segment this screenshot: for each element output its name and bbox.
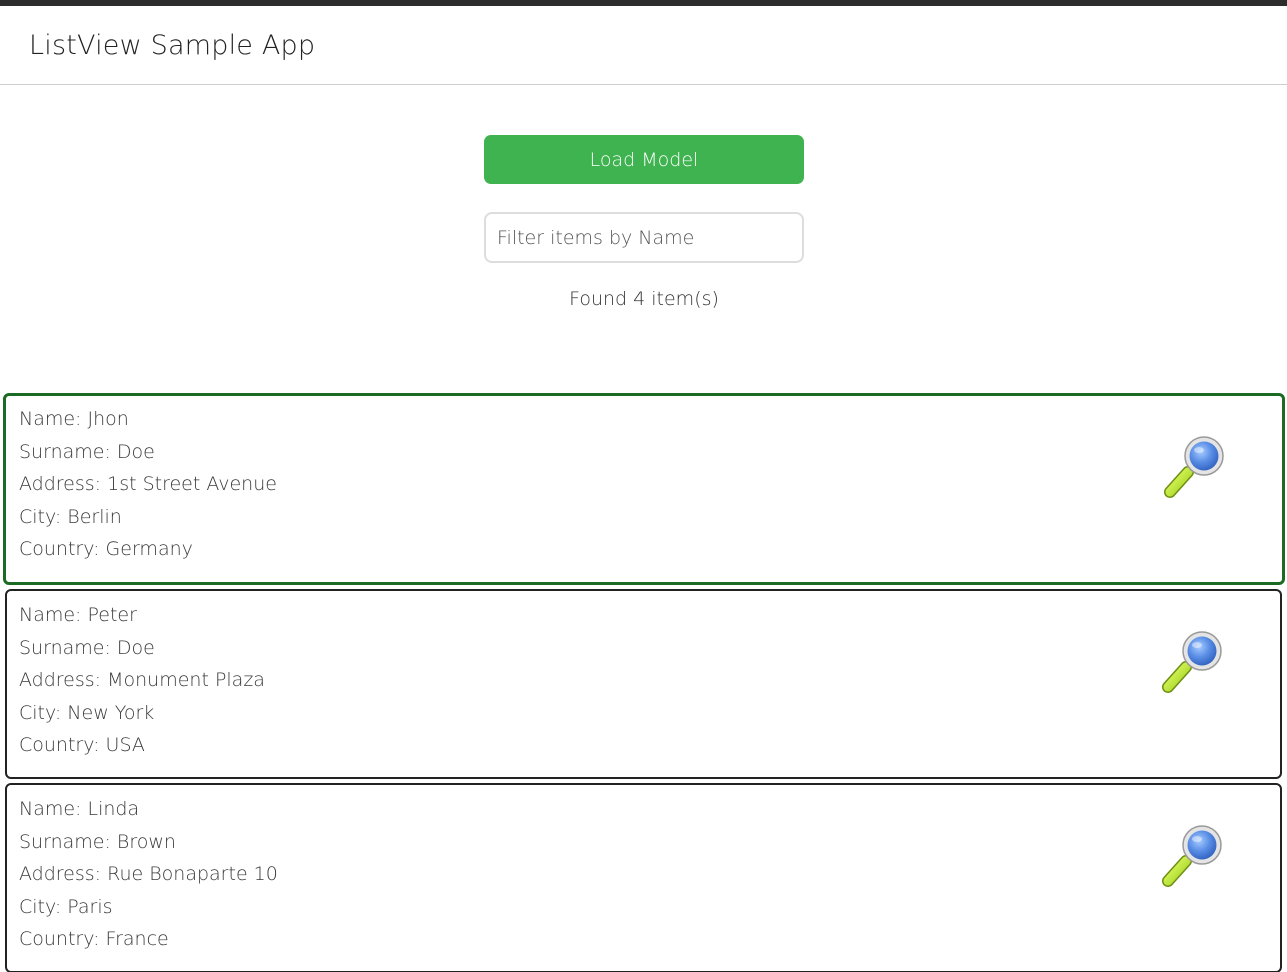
app-window: ListView Sample App Load Model Found 4 i… — [0, 6, 1287, 972]
item-surname: Surname: Doe — [19, 440, 155, 463]
item-name: Name: Jhon — [19, 408, 129, 430]
items-list: Name: Jhon Surname: Doe Address: 1st Str… — [0, 393, 1287, 972]
list-item[interactable]: Name: Jhon Surname: Doe Address: 1st Str… — [3, 393, 1285, 585]
list-item[interactable]: Name: Peter Surname: Doe Address: Monume… — [5, 589, 1282, 779]
item-country: Country: USA — [19, 734, 145, 756]
item-city: City: Berlin — [19, 505, 122, 528]
item-country: Country: Germany — [19, 538, 193, 560]
found-count-label: Found 4 item(s) — [569, 288, 719, 310]
item-city: City: New York — [19, 701, 155, 724]
item-city: City: Paris — [19, 895, 113, 918]
magnifier-icon[interactable] — [1156, 823, 1228, 895]
app-header: ListView Sample App — [0, 6, 1287, 85]
item-country: Country: France — [19, 928, 169, 950]
app-title: ListView Sample App — [29, 29, 316, 61]
item-address: Address: 1st Street Avenue — [19, 473, 277, 495]
magnifier-icon[interactable] — [1158, 434, 1230, 506]
item-address: Address: Monument Plaza — [19, 669, 265, 691]
filter-name-input[interactable] — [484, 212, 804, 263]
controls-panel: Load Model Found 4 item(s) — [0, 85, 1287, 393]
item-surname: Surname: Doe — [19, 636, 155, 659]
item-name: Name: Peter — [19, 604, 137, 626]
item-name: Name: Linda — [19, 798, 140, 820]
item-surname: Surname: Brown — [19, 830, 176, 853]
list-item[interactable]: Name: Linda Surname: Brown Address: Rue … — [5, 783, 1282, 972]
load-model-button[interactable]: Load Model — [484, 135, 804, 184]
item-address: Address: Rue Bonaparte 10 — [19, 863, 278, 885]
magnifier-icon[interactable] — [1156, 629, 1228, 701]
